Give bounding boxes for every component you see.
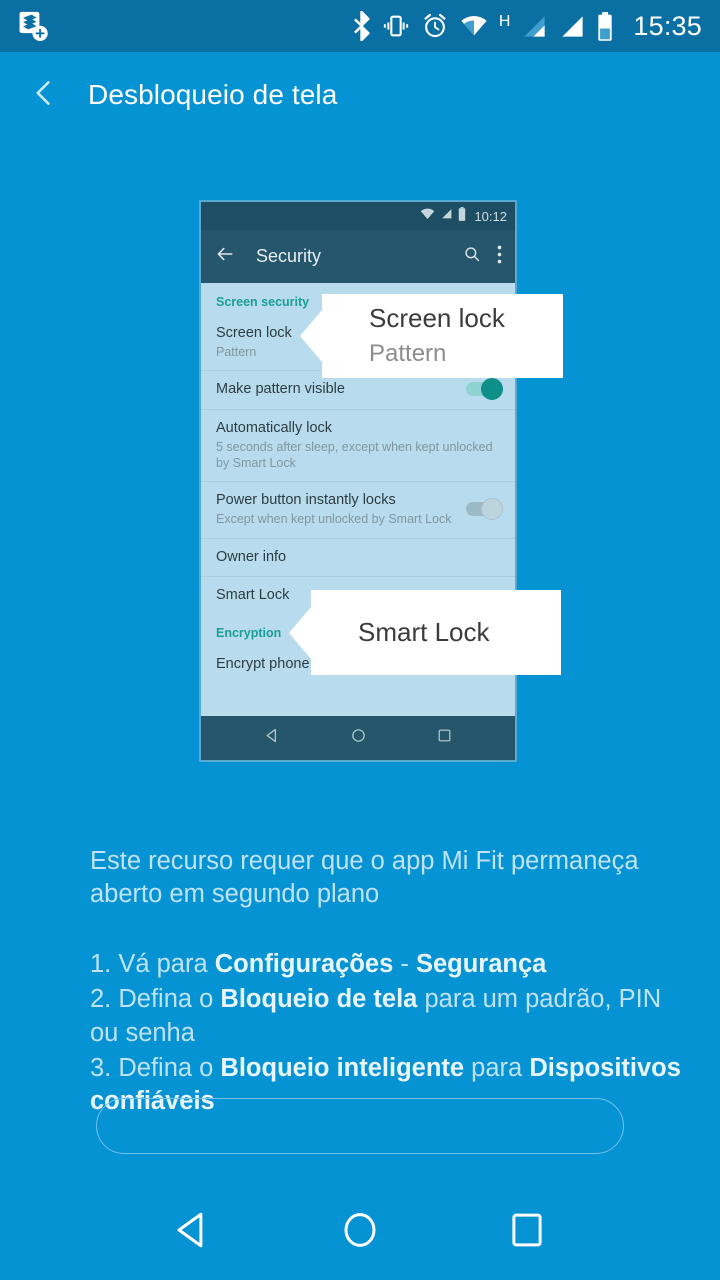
- row-automatically-lock[interactable]: Automatically lock 5 seconds after sleep…: [201, 410, 515, 482]
- screenshot-title: Security: [256, 246, 322, 266]
- back-button[interactable]: [22, 73, 66, 117]
- instructions-steps: 1. Vá para Configurações - Segurança 2. …: [90, 948, 690, 1118]
- row-make-pattern-visible-text: Make pattern visible: [216, 380, 456, 398]
- search-icon[interactable]: [463, 245, 481, 268]
- row-subtitle: Except when kept unlocked by Smart Lock: [216, 512, 452, 527]
- instruction-step-2: 2. Defina o Bloqueio de tela para um pad…: [90, 983, 690, 1049]
- system-recents-button[interactable]: [497, 1202, 557, 1262]
- wifi-icon: [460, 14, 488, 38]
- screenshot-app-bar-actions: [463, 245, 502, 269]
- signal-bars-sim1-icon: [521, 13, 548, 40]
- hspa-network-icon: H: [498, 12, 511, 30]
- step-3-bold1: Bloqueio inteligente: [220, 1053, 465, 1082]
- system-home-button[interactable]: [330, 1202, 390, 1262]
- row-subtitle: 5 seconds after sleep, except when kept …: [216, 439, 493, 470]
- toggle-make-pattern-visible[interactable]: [466, 378, 503, 401]
- callout-screen-lock-body: Screen lock Pattern: [322, 303, 505, 368]
- row-title: Make pattern visible: [216, 381, 345, 398]
- row-title: Owner info: [216, 548, 287, 565]
- home-circle-icon[interactable]: [350, 727, 367, 749]
- toggle-power-button-instantly-locks[interactable]: [466, 498, 503, 521]
- step-1-middle: -: [393, 950, 416, 979]
- row-title: Power button instantly locks: [216, 492, 396, 509]
- back-triangle-icon: [172, 1209, 214, 1256]
- row-owner-info-text: Owner info: [216, 548, 500, 566]
- home-circle-icon: [339, 1209, 381, 1256]
- app-bar: Desbloqueio de tela: [0, 52, 720, 138]
- screenshot-nav-bar: [201, 716, 515, 760]
- row-owner-info[interactable]: Owner info: [201, 539, 515, 576]
- step-3-prefix: 3. Defina o: [90, 1053, 221, 1082]
- callout-notch: [300, 310, 322, 362]
- bluetooth-icon: [352, 11, 371, 41]
- recents-square-icon[interactable]: [436, 727, 453, 749]
- callout-smart-lock: Smart Lock: [289, 590, 561, 675]
- row-automatically-lock-text: Automatically lock 5 seconds after sleep…: [216, 419, 500, 472]
- callout-subtitle: Pattern: [369, 339, 447, 367]
- instruction-step-1: 1. Vá para Configurações - Segurança: [90, 948, 690, 981]
- signal-bars-icon: [440, 207, 453, 225]
- toggle-knob: [481, 378, 503, 401]
- row-power-button-instantly-locks[interactable]: Power button instantly locks Except when…: [201, 482, 515, 537]
- document-stack-add-icon: [16, 9, 50, 43]
- status-bar: H 15:35: [0, 0, 720, 52]
- callout-notch: [289, 606, 311, 659]
- signal-bars-sim2-icon: [559, 13, 586, 40]
- screen-unlock-help-page: H 15:35 Desbloqueio de tela 10:12 Securi…: [0, 0, 720, 1280]
- vibrate-icon: [382, 12, 410, 40]
- chevron-left-icon: [29, 78, 59, 113]
- arrow-left-icon[interactable]: [215, 244, 235, 269]
- screenshot-status-bar: 10:12: [201, 202, 515, 230]
- system-back-button[interactable]: [163, 1202, 223, 1262]
- callout-title: Screen lock: [369, 303, 505, 334]
- step-1-bold2: Segurança: [415, 950, 547, 979]
- more-vert-icon[interactable]: [497, 245, 502, 269]
- status-bar-clock: 15:35: [633, 10, 702, 41]
- step-1-bold1: Configurações: [214, 950, 394, 979]
- back-triangle-icon[interactable]: [264, 727, 281, 749]
- screenshot-app-bar: Security: [201, 230, 515, 283]
- step-1-prefix: 1. Vá para: [90, 950, 215, 979]
- embedded-screenshot-content: 10:12 Security Screen security Screen lo…: [201, 202, 515, 760]
- status-bar-notification-icons: [16, 9, 50, 43]
- system-navigation-bar: [0, 1184, 720, 1280]
- embedded-screenshot: 10:12 Security Screen security Screen lo…: [199, 200, 517, 762]
- instructions-block: Este recurso requer que o app Mi Fit per…: [90, 845, 690, 1120]
- recents-square-icon: [506, 1209, 548, 1256]
- page-title: Desbloqueio de tela: [88, 79, 338, 110]
- row-title: Automatically lock: [216, 419, 333, 436]
- toggle-knob: [481, 498, 503, 521]
- status-bar-system-icons: H 15:35: [352, 11, 702, 42]
- step-3-middle: para: [464, 1053, 530, 1082]
- callout-screen-lock: Screen lock Pattern: [300, 294, 563, 378]
- wifi-icon: [420, 207, 435, 225]
- callout-title: Smart Lock: [358, 616, 490, 647]
- step-2-bold1: Bloqueio de tela: [220, 985, 418, 1014]
- battery-icon: [597, 11, 613, 41]
- step-2-prefix: 2. Defina o: [90, 985, 221, 1014]
- row-power-button-text: Power button instantly locks Except when…: [216, 491, 456, 527]
- callout-smart-lock-body: Smart Lock: [311, 617, 490, 648]
- primary-action-button[interactable]: [96, 1098, 624, 1154]
- instructions-intro: Este recurso requer que o app Mi Fit per…: [90, 847, 639, 908]
- screenshot-clock: 10:12: [474, 208, 507, 224]
- battery-icon: [458, 206, 466, 226]
- alarm-icon: [421, 12, 449, 40]
